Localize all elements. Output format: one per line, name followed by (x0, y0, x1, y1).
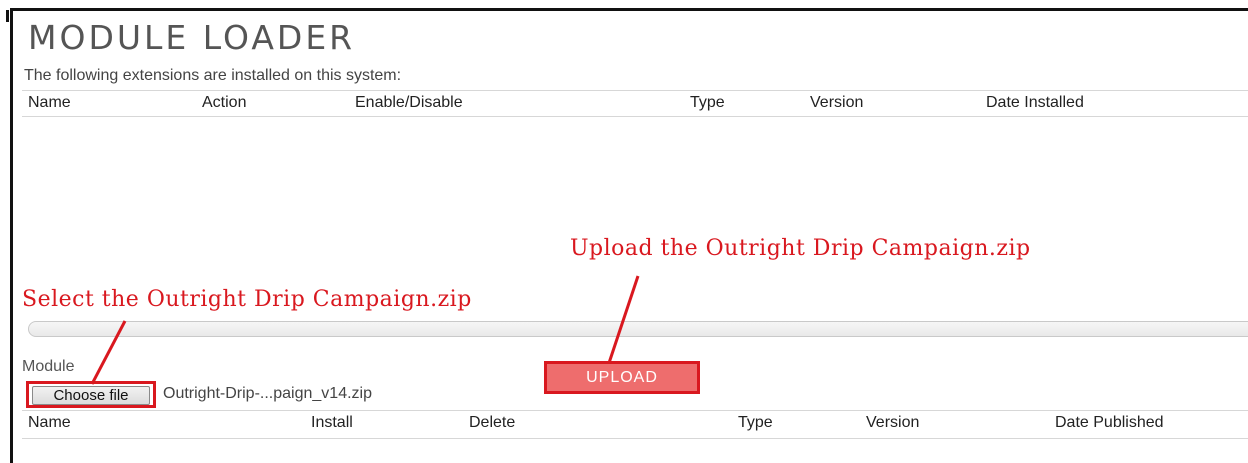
available-table-top-rule (22, 410, 1248, 411)
installed-col-version[interactable]: Version (810, 94, 863, 112)
choose-file-highlight: Choose file (26, 381, 156, 408)
upload-button-highlight: UPLOAD (544, 361, 700, 394)
select-annotation: Select the Outright Drip Campaign.zip (22, 287, 472, 312)
installed-table-top-rule (22, 90, 1248, 91)
available-col-date-published[interactable]: Date Published (1055, 414, 1164, 432)
upload-pointer-line (607, 275, 640, 364)
page-title: MODULE LOADER (28, 18, 356, 57)
installed-col-date-installed[interactable]: Date Installed (986, 94, 1084, 112)
selected-file-name: Outright-Drip-...paign_v14.zip (163, 385, 372, 402)
installed-col-action[interactable]: Action (202, 94, 246, 112)
available-col-type[interactable]: Type (738, 414, 773, 432)
available-col-install[interactable]: Install (311, 414, 353, 432)
installed-extensions-intro: The following extensions are installed o… (24, 67, 402, 84)
installed-table-header-rule (22, 116, 1248, 117)
upload-annotation: Upload the Outright Drip Campaign.zip (570, 236, 1031, 261)
frame-left-border (10, 8, 13, 463)
upload-button[interactable]: UPLOAD (547, 364, 697, 391)
module-loader-page: MODULE LOADER The following extensions a… (0, 0, 1248, 463)
available-col-name[interactable]: Name (28, 414, 71, 432)
installed-col-enable-disable[interactable]: Enable/Disable (355, 94, 463, 112)
corner-mark (6, 10, 9, 22)
available-col-delete[interactable]: Delete (469, 414, 515, 432)
frame-top-border (10, 8, 1248, 11)
installed-col-type[interactable]: Type (690, 94, 725, 112)
available-col-version[interactable]: Version (866, 414, 919, 432)
upload-progress-bar (28, 321, 1248, 337)
available-table-header-rule (22, 438, 1248, 439)
module-label: Module (22, 358, 75, 375)
installed-col-name[interactable]: Name (28, 94, 71, 112)
choose-file-button[interactable]: Choose file (32, 386, 150, 405)
